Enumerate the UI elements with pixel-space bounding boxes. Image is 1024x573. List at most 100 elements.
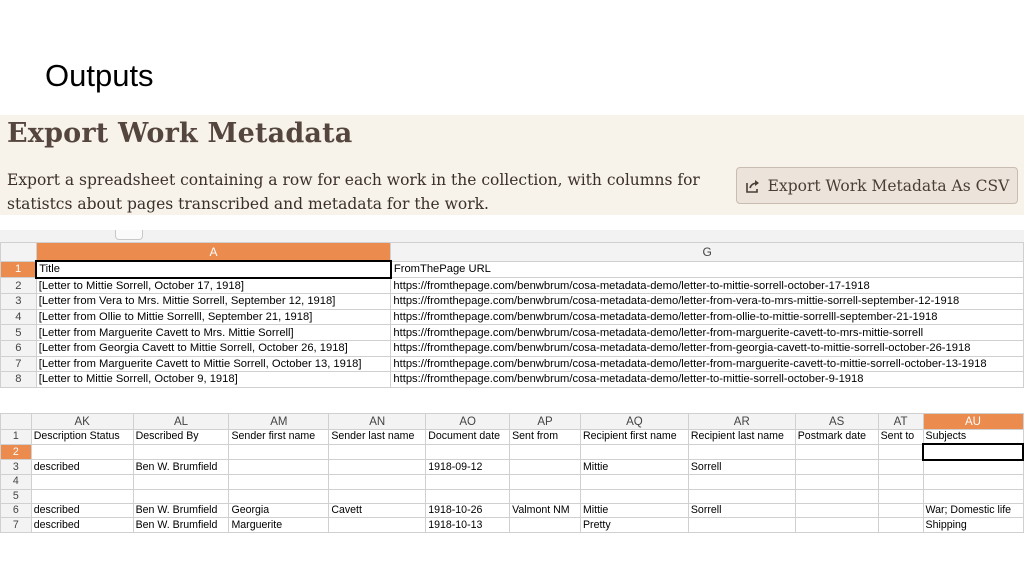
cell[interactable]	[328, 488, 427, 504]
cell[interactable]: Mittie	[579, 459, 689, 476]
cell[interactable]: Marguerite	[228, 517, 330, 533]
column-header-au[interactable]: AU	[922, 413, 1024, 430]
row-header[interactable]: 1	[0, 429, 32, 445]
cell[interactable]: described	[30, 517, 134, 533]
cell[interactable]	[425, 474, 511, 490]
cell[interactable]	[132, 443, 230, 461]
export-metadata-button[interactable]: Export Work Metadata As CSV	[736, 167, 1018, 204]
row-header[interactable]: 4	[0, 474, 32, 490]
cell[interactable]: Pretty	[579, 517, 689, 533]
cell[interactable]	[877, 443, 924, 461]
cell-title[interactable]: [Letter from Marguerite Cavett to Mittie…	[35, 355, 392, 373]
cell[interactable]: described	[30, 502, 134, 519]
column-header-am[interactable]: AM	[228, 413, 330, 430]
row-header[interactable]: 7	[0, 355, 37, 373]
cell-title[interactable]: [Letter from Marguerite Cavett to Mrs. M…	[35, 324, 392, 341]
cell[interactable]: Ben W. Brumfield	[132, 459, 230, 476]
cell[interactable]	[328, 443, 427, 461]
row-header[interactable]: 3	[0, 459, 32, 476]
cell[interactable]: 1918-09-12	[425, 459, 511, 476]
cell-url[interactable]: https://fromthepage.com/benwbrum/cosa-me…	[390, 355, 1024, 373]
column-header-an[interactable]: AN	[328, 413, 427, 430]
cell[interactable]	[687, 488, 796, 504]
sheet-tab-handle[interactable]	[115, 230, 143, 240]
cell[interactable]	[687, 474, 796, 490]
column-header-as[interactable]: AS	[794, 413, 879, 430]
row-header[interactable]: 5	[0, 324, 37, 341]
cell-title[interactable]: [Letter from Georgia Cavett to Mittie So…	[35, 339, 392, 357]
cell[interactable]: Sorrell	[687, 459, 796, 476]
column-header-aq[interactable]: AQ	[579, 413, 689, 430]
cell[interactable]	[30, 474, 134, 490]
cell[interactable]	[228, 488, 330, 504]
row-header[interactable]: 2	[0, 443, 32, 461]
cell[interactable]	[794, 488, 879, 504]
cell[interactable]: Ben W. Brumfield	[132, 517, 230, 533]
row-header[interactable]: 6	[0, 502, 32, 519]
cell-url[interactable]: https://fromthepage.com/benwbrum/cosa-me…	[390, 308, 1024, 326]
cell[interactable]: 1918-10-26	[425, 502, 511, 519]
cell-url[interactable]: https://fromthepage.com/benwbrum/cosa-me…	[390, 371, 1024, 388]
cell[interactable]	[509, 459, 581, 476]
row-header[interactable]: 1	[0, 260, 37, 279]
cell[interactable]	[579, 488, 689, 504]
cell-url[interactable]: https://fromthepage.com/benwbrum/cosa-me…	[390, 324, 1024, 341]
column-header-ar[interactable]: AR	[687, 413, 796, 430]
cell-title[interactable]: [Letter to Mittie Sorrell, October 9, 19…	[35, 371, 392, 388]
cell[interactable]	[877, 459, 924, 476]
row-header[interactable]: 2	[0, 277, 37, 295]
column-header-a[interactable]: A	[35, 242, 392, 262]
cell-title[interactable]: [Letter from Ollie to Mittie Sorrelll, S…	[35, 308, 392, 326]
cell[interactable]: Recipient last name	[687, 429, 796, 445]
cell[interactable]	[877, 517, 924, 533]
corner-cell[interactable]	[0, 413, 32, 430]
cell[interactable]	[794, 474, 879, 490]
cell[interactable]: Sender last name	[328, 429, 427, 445]
row-header[interactable]: 5	[0, 488, 32, 504]
cell[interactable]	[794, 517, 879, 533]
row-header[interactable]: 6	[0, 339, 37, 357]
cell[interactable]: Sent from	[509, 429, 581, 445]
cell[interactable]: Valmont NM	[509, 502, 581, 519]
cell[interactable]: Document date	[425, 429, 511, 445]
column-header-g[interactable]: G	[390, 242, 1024, 262]
cell[interactable]: Sorrell	[687, 502, 796, 519]
cell-url[interactable]: https://fromthepage.com/benwbrum/cosa-me…	[390, 339, 1024, 357]
cell-url[interactable]: https://fromthepage.com/benwbrum/cosa-me…	[390, 277, 1024, 295]
cell[interactable]: Subjects	[922, 429, 1024, 445]
cell[interactable]	[794, 502, 879, 519]
cell[interactable]	[877, 502, 924, 519]
cell[interactable]: Description Status	[30, 429, 134, 445]
cell[interactable]: described	[30, 459, 134, 476]
cell-title[interactable]: [Letter to Mittie Sorrell, October 17, 1…	[35, 277, 392, 295]
cell-url[interactable]: FromThePage URL	[390, 260, 1024, 279]
cell[interactable]: Ben W. Brumfield	[132, 502, 230, 519]
cell-title[interactable]: Title	[35, 260, 392, 279]
cell[interactable]: Sender first name	[228, 429, 330, 445]
cell[interactable]	[922, 474, 1024, 490]
cell[interactable]	[132, 474, 230, 490]
cell[interactable]: Cavett	[328, 502, 427, 519]
cell[interactable]	[328, 459, 427, 476]
column-header-ap[interactable]: AP	[509, 413, 581, 430]
cell[interactable]	[228, 443, 330, 461]
cell[interactable]: War; Domestic life	[922, 502, 1024, 519]
row-header[interactable]: 8	[0, 371, 37, 388]
cell[interactable]: Mittie	[579, 502, 689, 519]
cell[interactable]	[509, 488, 581, 504]
cell[interactable]	[132, 488, 230, 504]
cell[interactable]	[687, 517, 796, 533]
row-header[interactable]: 4	[0, 308, 37, 326]
corner-cell[interactable]	[0, 242, 37, 262]
row-header[interactable]: 7	[0, 517, 32, 533]
cell[interactable]	[579, 474, 689, 490]
cell[interactable]: 1918-10-13	[425, 517, 511, 533]
cell[interactable]	[687, 443, 796, 461]
cell[interactable]	[509, 443, 581, 461]
cell[interactable]	[30, 443, 134, 461]
cell[interactable]	[794, 443, 879, 461]
cell[interactable]	[579, 443, 689, 461]
cell[interactable]	[794, 459, 879, 476]
cell-title[interactable]: [Letter from Vera to Mrs. Mittie Sorrell…	[35, 293, 392, 310]
column-header-al[interactable]: AL	[132, 413, 230, 430]
